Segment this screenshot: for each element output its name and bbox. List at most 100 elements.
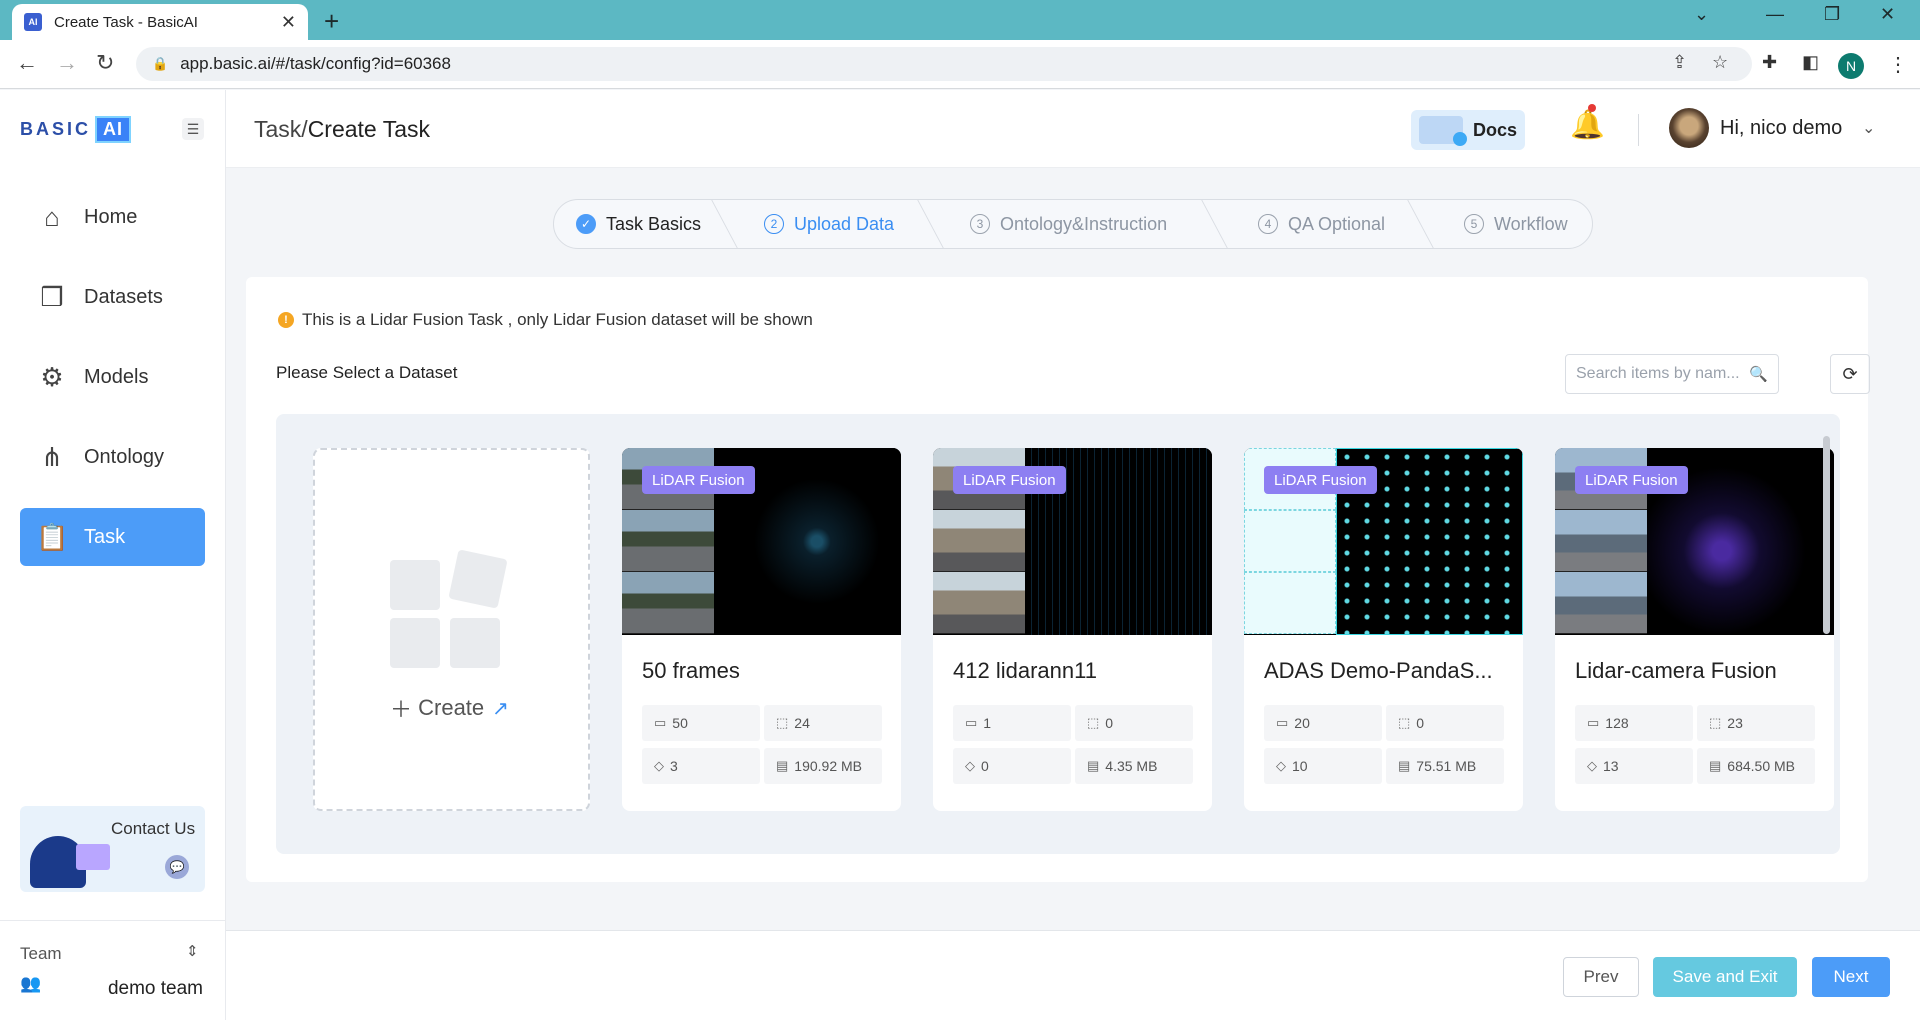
check-icon: ✓ [576, 214, 596, 234]
stat-value: 684.50 MB [1727, 758, 1796, 774]
close-tab-icon[interactable]: ✕ [281, 12, 296, 33]
dataset-type-tag: LiDAR Fusion [1575, 466, 1688, 494]
share-icon[interactable]: ⇪ [1672, 52, 1687, 73]
url-text: app.basic.ai/#/task/config?id=60368 [180, 54, 451, 73]
datasets-icon: ❒ [40, 281, 64, 312]
step-number: 4 [1258, 214, 1278, 234]
ontology-icon: ⋔ [41, 441, 63, 472]
tag-icon: ◇ [965, 758, 975, 773]
sidebar-item-ontology[interactable]: ⋔ Ontology [20, 428, 205, 486]
notification-bell-icon[interactable]: 🔔 [1570, 108, 1605, 141]
external-link-icon: ↗ [492, 697, 509, 720]
task-stepper: ✓ Task Basics 2 Upload Data 3 Ontology&I… [553, 199, 1593, 249]
new-tab-icon[interactable]: + [324, 6, 339, 37]
sidebar-item-task[interactable]: 📋 Task [20, 508, 205, 566]
stat-items: ▭ 20 [1264, 705, 1382, 741]
breadcrumb: Task/Create Task [254, 116, 430, 143]
browser-profile-avatar[interactable]: N [1838, 53, 1864, 79]
dataset-card[interactable]: LiDAR Fusion 50 frames ▭ 50 ⬚ 24 ◇ 3 ▤ 190.9… [622, 448, 901, 811]
dataset-card[interactable]: LiDAR Fusion 412 lidarann11 ▭ 1 ⬚ 0 ◇ 0 ▤ 4.… [933, 448, 1212, 811]
refresh-icon: ⟳ [1842, 363, 1858, 384]
footer-actions: Prev Save and Exit Next [226, 930, 1920, 1020]
sidebar-item-label: Datasets [84, 285, 163, 308]
browser-tab[interactable]: AI Create Task - BasicAI ✕ [12, 4, 308, 40]
app-header: Task/Create Task Docs 🔔 Hi, nico demo ⌄ [226, 90, 1920, 168]
breadcrumb-parent[interactable]: Task [254, 116, 301, 142]
basicai-logo[interactable]: BASIC AI [20, 116, 132, 143]
browser-tab-strip: AI Create Task - BasicAI ✕ + ⌄ — ❐ ✕ [0, 0, 1920, 40]
team-switch-chevron-icon[interactable]: ⇕ [186, 942, 199, 960]
tab-search-icon[interactable]: ⌄ [1694, 4, 1709, 25]
step-number: 3 [970, 214, 990, 234]
folder-icon: ▭ [654, 715, 667, 730]
docs-button[interactable]: Docs [1411, 110, 1525, 150]
minimize-icon[interactable]: — [1766, 4, 1784, 25]
search-icon[interactable]: 🔍 [1749, 365, 1768, 383]
dataset-card[interactable]: LiDAR Fusion ADAS Demo-PandaS... ▭ 20 ⬚ 0 … [1244, 448, 1523, 811]
collapse-sidebar-icon[interactable]: ☰ [182, 118, 204, 140]
stat-size: ▤ 190.92 MB [764, 748, 882, 784]
search-placeholder: Search items by nam... [1576, 365, 1740, 382]
extensions-puzzle-icon[interactable]: ✚ [1762, 52, 1777, 73]
select-dataset-label: Please Select a Dataset [276, 363, 458, 382]
sidebar-item-models[interactable]: ⚙ Models [20, 348, 205, 406]
forward-icon[interactable]: → [56, 50, 78, 76]
step-label: Task Basics [606, 213, 702, 234]
step-upload-data[interactable]: 2 Upload Data [724, 200, 930, 248]
placeholder-square [450, 618, 500, 668]
sidebar-item-label: Task [84, 525, 126, 548]
create-dataset-card[interactable]: ＋ Create ↗ [313, 448, 590, 811]
stat-labels: ◇ 0 [953, 748, 1071, 784]
sidebar-item-label: Ontology [84, 445, 165, 468]
stat-value: 20 [1294, 715, 1310, 731]
task-icon: 📋 [36, 521, 69, 552]
camera-view-image [933, 510, 1025, 572]
reload-icon[interactable]: ↻ [96, 50, 114, 76]
sidebar-item-datasets[interactable]: ❒ Datasets [20, 268, 205, 326]
sidebar: BASIC AI ☰ ⌂ Home ❒ Datasets ⚙ Models ⋔ … [0, 90, 226, 1020]
search-input[interactable]: Search items by nam... 🔍 [1565, 354, 1779, 394]
logo-text: BASIC [20, 119, 92, 139]
avatar[interactable] [1669, 108, 1709, 148]
placeholder-square [448, 549, 508, 609]
sidebar-item-label: Models [84, 365, 149, 388]
bounding-box-icon: ⬚ [776, 715, 789, 730]
step-qa-optional[interactable]: 4 QA Optional [1214, 200, 1420, 248]
chevron-down-icon[interactable]: ⌄ [1862, 118, 1875, 138]
address-bar[interactable]: 🔒 app.basic.ai/#/task/config?id=60368 [136, 47, 1752, 81]
window-close-icon[interactable]: ✕ [1880, 4, 1895, 25]
step-task-basics[interactable]: ✓ Task Basics [554, 200, 724, 248]
info-icon: ! [278, 312, 294, 328]
back-icon[interactable]: ← [16, 50, 38, 76]
stat-value: 0 [1105, 715, 1114, 731]
save-and-exit-button[interactable]: Save and Exit [1653, 957, 1797, 997]
camera-view-image [1555, 572, 1647, 634]
create-text: Create [418, 695, 485, 720]
contact-us-label: Contact Us [111, 819, 196, 838]
team-name[interactable]: demo team [108, 978, 203, 1000]
next-button[interactable]: Next [1812, 957, 1890, 997]
logo-ai-badge: AI [95, 116, 132, 143]
stat-value: 23 [1727, 715, 1743, 731]
chat-icon: 💬 [165, 855, 189, 879]
team-icon: 👥 [20, 974, 42, 993]
user-greeting[interactable]: Hi, nico demo [1720, 117, 1842, 140]
bookmark-star-icon[interactable]: ☆ [1712, 52, 1728, 73]
restore-icon[interactable]: ❐ [1824, 4, 1840, 25]
step-workflow[interactable]: 5 Workflow [1420, 200, 1592, 248]
refresh-button[interactable]: ⟳ [1830, 354, 1870, 394]
bounding-box-icon: ⬚ [1709, 715, 1722, 730]
sidebar-item-home[interactable]: ⌂ Home [20, 188, 205, 246]
contact-us-card[interactable]: Contact Us 💬 [20, 806, 205, 892]
dataset-card[interactable]: LiDAR Fusion Lidar-camera Fusion ▭ 128 ⬚ 2… [1555, 448, 1834, 811]
camera-view-image [933, 572, 1025, 634]
step-ontology-instruction[interactable]: 3 Ontology&Instruction [930, 200, 1214, 248]
camera-view-image [622, 572, 714, 634]
side-panel-icon[interactable]: ◧ [1802, 52, 1819, 73]
home-icon: ⌂ [44, 201, 60, 232]
browser-menu-icon[interactable]: ⋮ [1888, 52, 1908, 77]
prev-button[interactable]: Prev [1563, 957, 1639, 997]
step-label: Upload Data [794, 213, 895, 234]
stat-items: ▭ 128 [1575, 705, 1693, 741]
grid-scrollbar[interactable] [1823, 436, 1830, 634]
